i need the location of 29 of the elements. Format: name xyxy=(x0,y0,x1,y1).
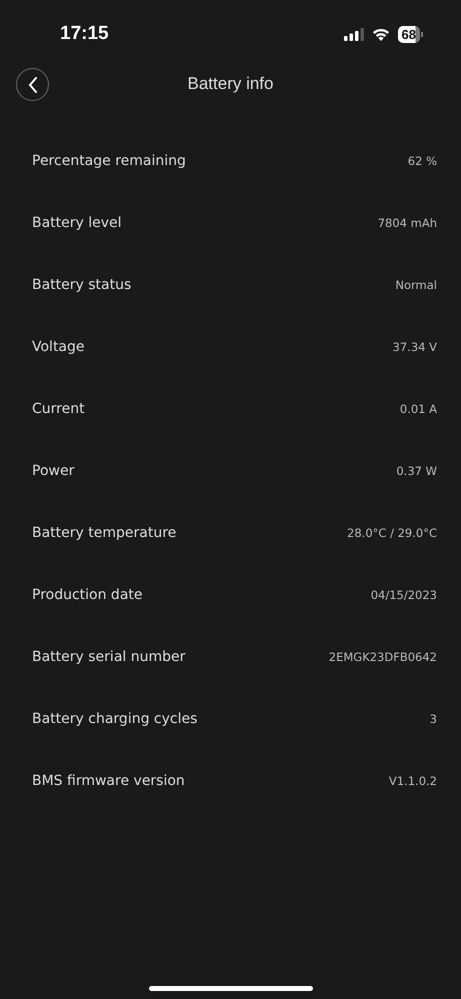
info-label: Voltage xyxy=(32,338,85,354)
info-value: Normal xyxy=(395,278,437,292)
info-label: Battery level xyxy=(32,214,122,230)
info-label: Battery status xyxy=(32,276,132,292)
info-label: Battery charging cycles xyxy=(32,710,198,726)
info-value: 7804 mAh xyxy=(378,216,437,230)
status-time: 17:15 xyxy=(60,23,109,45)
info-value: 3 xyxy=(430,712,437,726)
info-label: Production date xyxy=(32,586,143,602)
info-label: Battery temperature xyxy=(32,524,176,540)
back-button[interactable] xyxy=(16,68,49,101)
info-value: 04/15/2023 xyxy=(370,588,437,602)
info-value: 37.34 V xyxy=(392,340,437,354)
info-label: BMS firmware version xyxy=(32,772,185,788)
info-value: V1.1.0.2 xyxy=(388,774,437,788)
info-value: 28.0°C / 29.0°C xyxy=(347,526,437,540)
info-label: Current xyxy=(32,400,85,416)
info-label: Power xyxy=(32,462,74,478)
wifi-icon xyxy=(372,28,390,40)
page-title: Battery info xyxy=(188,74,274,94)
battery-icon: 68 xyxy=(398,26,423,42)
info-value: 62 % xyxy=(408,154,437,168)
info-label: Battery serial number xyxy=(32,648,186,664)
signal-icon xyxy=(344,28,364,40)
chevron-left-icon xyxy=(28,76,38,92)
info-value: 0.01 A xyxy=(400,402,437,416)
info-label: Percentage remaining xyxy=(32,152,186,168)
info-value: 2EMGK23DFB0642 xyxy=(328,650,437,664)
info-value: 0.37 W xyxy=(396,464,437,478)
